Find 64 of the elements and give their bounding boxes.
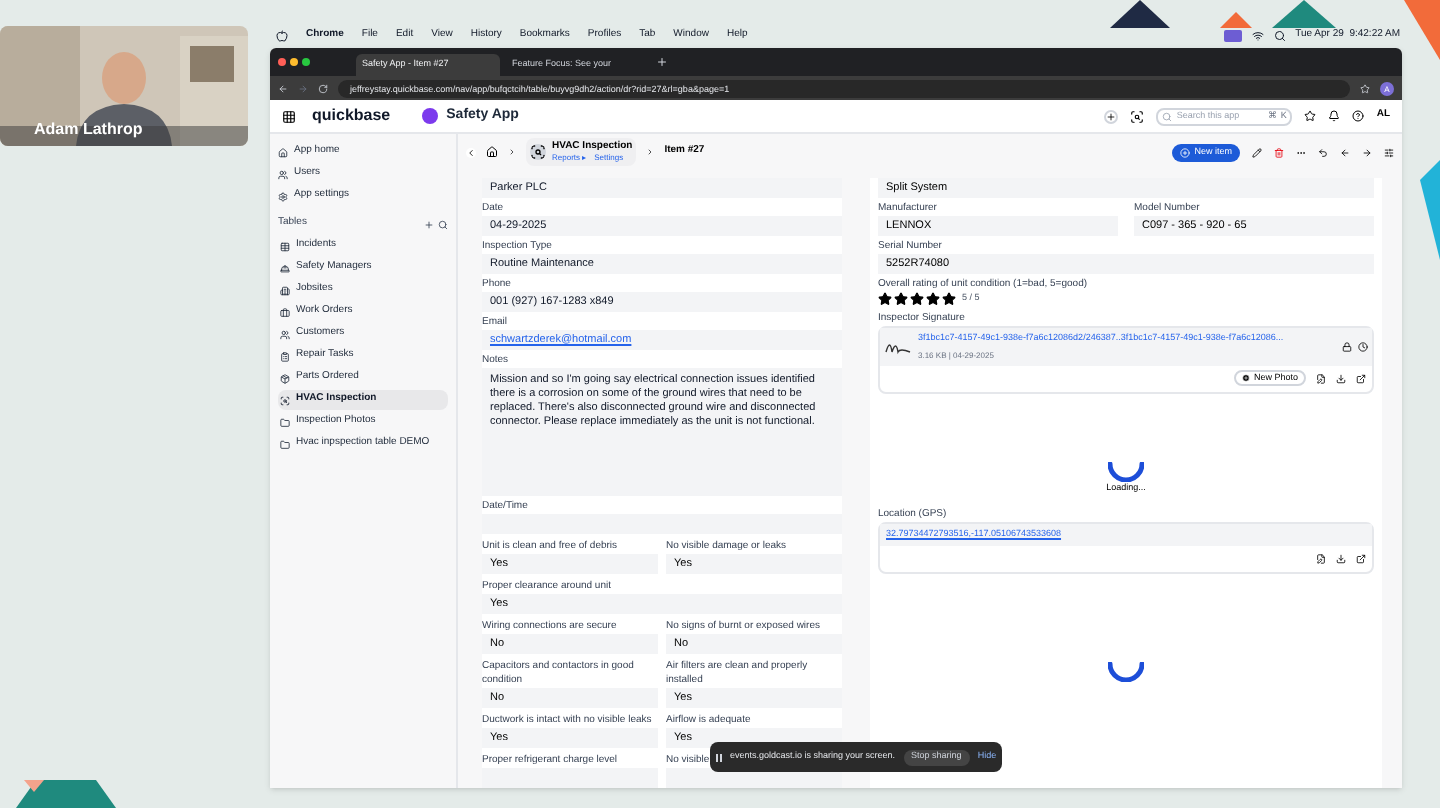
search-icon xyxy=(1162,111,1173,121)
home-icon[interactable] xyxy=(486,146,498,158)
history-icon[interactable] xyxy=(1358,341,1368,352)
back-icon[interactable] xyxy=(278,83,288,93)
status-icon[interactable] xyxy=(1223,30,1242,42)
reload-icon[interactable] xyxy=(318,83,328,93)
table-icon xyxy=(280,351,290,361)
wifi-icon[interactable] xyxy=(1251,30,1264,42)
download-icon[interactable] xyxy=(1336,373,1346,384)
table-icon xyxy=(280,329,290,339)
table-icon xyxy=(530,144,546,160)
table-icon xyxy=(280,263,290,273)
pause-icon xyxy=(716,753,722,761)
help-icon[interactable] xyxy=(1352,110,1365,122)
lock-icon[interactable] xyxy=(1342,341,1352,352)
apps-grid-icon[interactable] xyxy=(282,109,296,123)
edit-file-icon[interactable] xyxy=(1316,373,1326,384)
nav-icon xyxy=(278,147,288,157)
table-icon xyxy=(280,307,290,317)
spinner-icon xyxy=(1108,461,1144,482)
apple-icon[interactable] xyxy=(276,30,288,42)
search-icon[interactable] xyxy=(438,219,448,229)
close-window-icon[interactable] xyxy=(278,58,286,66)
star-icon[interactable] xyxy=(926,292,940,306)
delete-icon[interactable] xyxy=(1274,147,1284,157)
star-icon[interactable] xyxy=(910,292,924,306)
star-rating[interactable] xyxy=(878,292,956,306)
bell-icon[interactable] xyxy=(1328,110,1341,122)
plus-icon xyxy=(1241,374,1250,383)
edit-icon[interactable] xyxy=(1252,147,1262,157)
plus-icon xyxy=(1180,147,1191,157)
bookmark-icon[interactable] xyxy=(1360,83,1370,93)
new-tab-icon[interactable] xyxy=(656,56,668,68)
nav-icon xyxy=(278,169,288,179)
logo[interactable]: quickbase xyxy=(312,104,391,128)
table-icon xyxy=(280,417,290,427)
app-icon xyxy=(422,108,439,124)
next-icon[interactable] xyxy=(1362,147,1372,157)
collapse-icon[interactable] xyxy=(466,147,476,157)
table-icon xyxy=(280,395,290,405)
minimize-icon[interactable] xyxy=(290,58,298,66)
spinner-icon xyxy=(1108,661,1144,681)
add-icon[interactable] xyxy=(1104,109,1119,123)
star-icon[interactable] xyxy=(878,292,892,306)
star-icon[interactable] xyxy=(894,292,908,306)
download-icon[interactable] xyxy=(1336,553,1346,563)
edit-file-icon[interactable] xyxy=(1316,553,1326,563)
add-table-icon[interactable] xyxy=(424,219,434,229)
star-icon[interactable] xyxy=(942,292,956,306)
scan-icon[interactable] xyxy=(1130,109,1145,123)
undo-icon[interactable] xyxy=(1318,147,1328,157)
maximize-icon[interactable] xyxy=(302,58,310,66)
table-icon xyxy=(280,241,290,251)
customize-icon[interactable] xyxy=(1384,147,1394,157)
previous-icon[interactable] xyxy=(1340,147,1350,157)
nav-icon xyxy=(278,191,288,201)
speaker-name: Adam Lathrop xyxy=(34,118,143,142)
open-external-icon[interactable] xyxy=(1356,373,1366,384)
table-icon xyxy=(280,439,290,449)
table-icon xyxy=(280,285,290,295)
search-icon[interactable] xyxy=(1273,30,1286,42)
table-icon xyxy=(280,373,290,383)
star-icon[interactable] xyxy=(1304,110,1317,122)
open-external-icon[interactable] xyxy=(1356,553,1366,563)
